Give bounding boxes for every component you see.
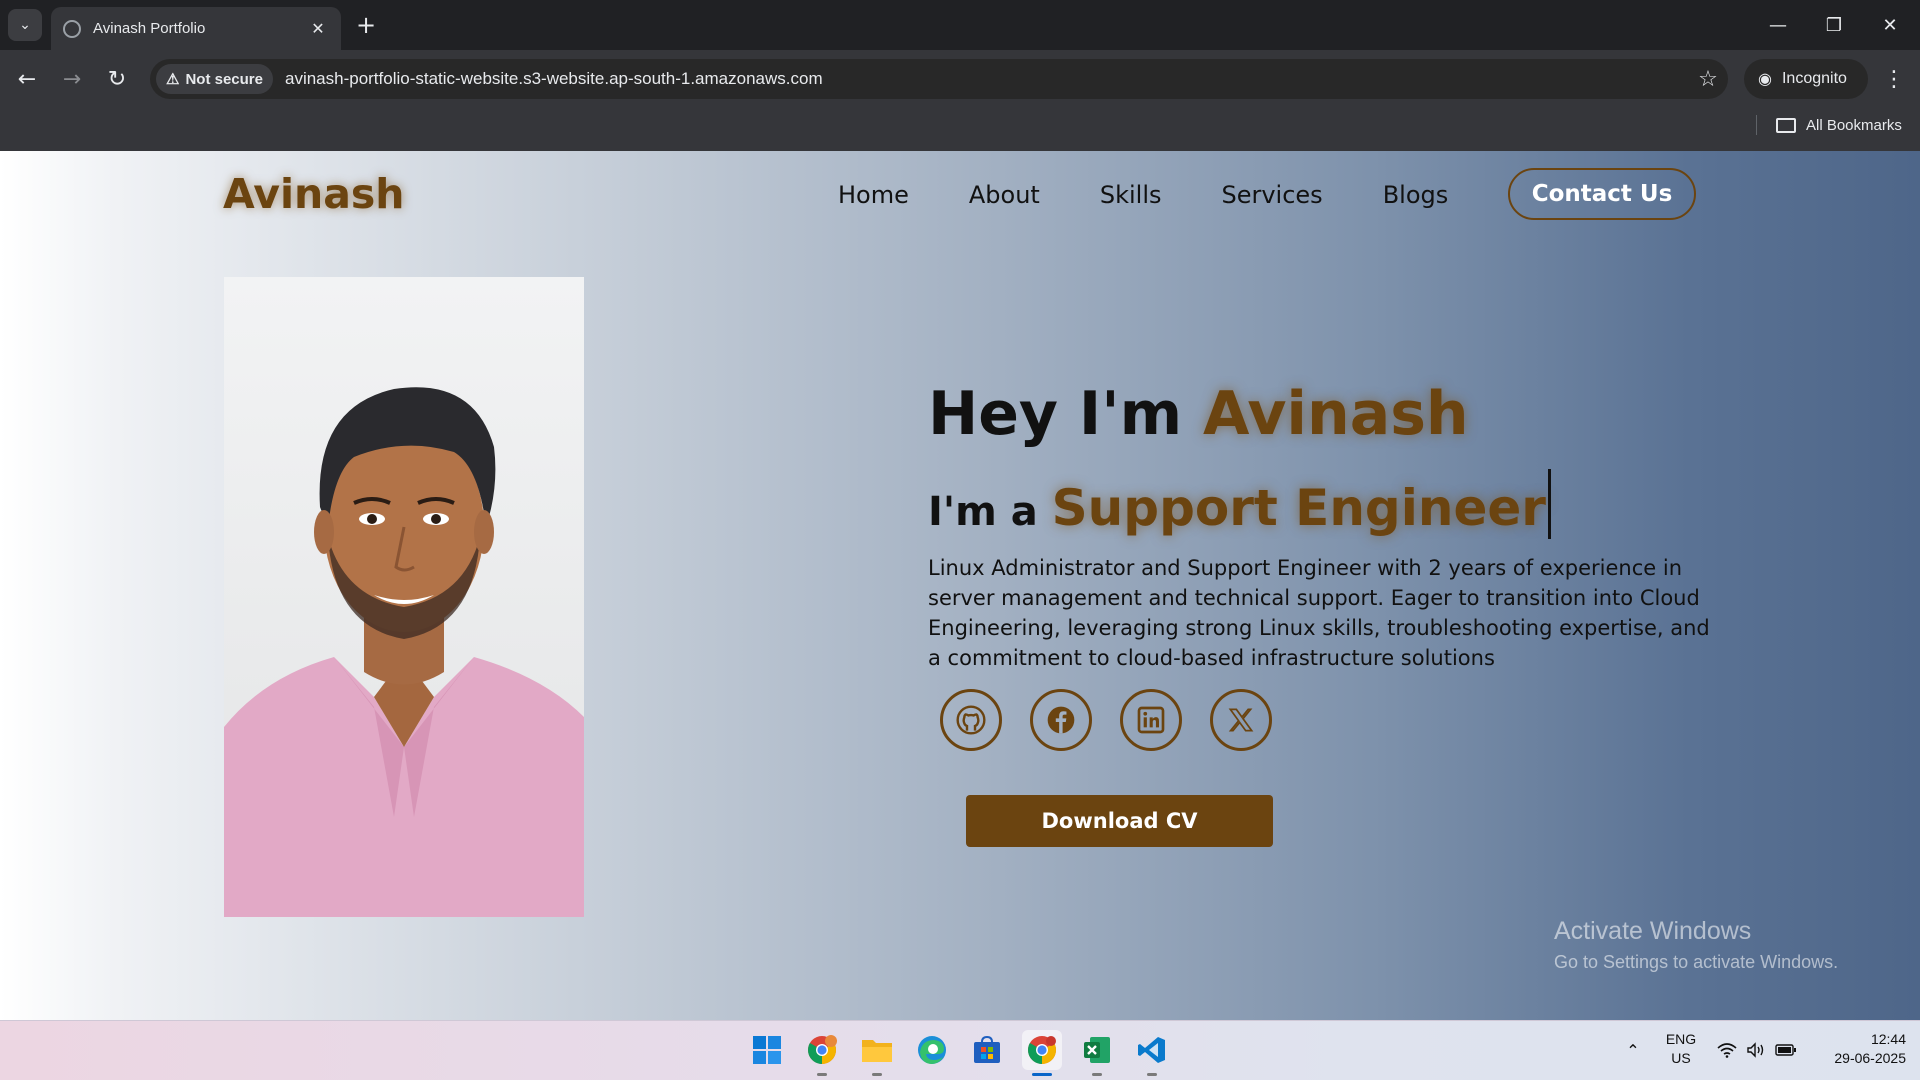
portrait-illustration	[224, 387, 584, 917]
close-window-button[interactable]: ✕	[1862, 0, 1918, 50]
nav-about[interactable]: About	[969, 181, 1040, 209]
wifi-icon[interactable]	[1716, 1040, 1738, 1060]
contact-us-button[interactable]: Contact Us	[1508, 168, 1696, 220]
minimize-button[interactable]: —	[1750, 0, 1806, 50]
profile-photo	[224, 277, 584, 917]
new-tab-button[interactable]: +	[352, 11, 380, 39]
chrome-profile-icon[interactable]	[802, 1030, 842, 1070]
tab-search-button[interactable]: ⌄	[8, 9, 42, 41]
address-bar[interactable]: ⚠ Not secure avinash-portfolio-static-we…	[150, 59, 1728, 99]
vscode-logo	[1138, 1037, 1165, 1063]
edge-icon[interactable]	[912, 1030, 952, 1070]
windows-start-icon[interactable]	[747, 1030, 787, 1070]
file-explorer-icon[interactable]	[857, 1030, 897, 1070]
role-heading: I'm a Support Engineer	[928, 469, 1551, 539]
activate-title: Activate Windows	[1554, 917, 1752, 945]
browser-menu-button[interactable]: ⋮	[1876, 61, 1912, 97]
bookmark-star-icon[interactable]: ☆	[1688, 67, 1728, 92]
greeting-heading: Hey I'm Avinash	[928, 379, 1469, 449]
language-line-2: US	[1671, 1050, 1691, 1066]
app-active-indicator	[1032, 1073, 1052, 1076]
nav-home[interactable]: Home	[838, 181, 909, 209]
reload-button[interactable]: ↻	[99, 61, 135, 97]
excel-logo	[1084, 1037, 1110, 1063]
clock-time: 12:44	[1870, 1031, 1906, 1047]
all-bookmarks-button[interactable]: All Bookmarks	[1756, 113, 1902, 137]
portfolio-page: Avinash Home About Skills Services Blogs…	[0, 151, 1920, 1020]
folder-logo	[862, 1040, 892, 1062]
restore-button[interactable]: ❐	[1806, 0, 1862, 50]
linkedin-glyph	[1137, 706, 1165, 734]
browser-chrome: ⌄ Avinash Portfolio ✕ + — ❐ ✕ ← → ↻ ⚠ No…	[0, 0, 1920, 151]
battery-icon[interactable]	[1775, 1040, 1797, 1060]
x-glyph	[1228, 708, 1254, 732]
role-value: Support Engineer	[1051, 479, 1546, 537]
language-line-1: ENG	[1665, 1031, 1697, 1047]
microsoft-store-icon[interactable]	[967, 1030, 1007, 1070]
edge-logo	[918, 1036, 946, 1064]
app-running-indicator	[1092, 1073, 1102, 1076]
close-icon[interactable]: ✕	[307, 18, 329, 40]
bio-text: Linux Administrator and Support Engineer…	[928, 556, 1710, 670]
language-indicator[interactable]: ENG US	[1664, 1030, 1698, 1068]
facebook-icon[interactable]	[1030, 689, 1092, 751]
url-text[interactable]: avinash-portfolio-static-website.s3-webs…	[285, 69, 1688, 89]
warning-icon: ⚠	[166, 71, 180, 88]
chrome-profile-logo	[808, 1035, 837, 1064]
wifi-glyph	[1717, 1043, 1737, 1058]
security-chip[interactable]: ⚠ Not secure	[156, 64, 273, 94]
all-bookmarks-label: All Bookmarks	[1806, 116, 1902, 134]
chevron-up-icon[interactable]: ⌃	[1622, 1040, 1644, 1060]
chrome-icon[interactable]	[1022, 1030, 1062, 1070]
activate-subtitle: Go to Settings to activate Windows.	[1554, 952, 1839, 972]
chevron-down-icon: ⌄	[19, 17, 31, 33]
globe-icon	[63, 19, 81, 38]
github-glyph	[956, 705, 986, 735]
activate-windows-watermark: Activate Windows Go to Settings to activ…	[1554, 917, 1838, 973]
site-logo[interactable]: Avinash	[223, 170, 405, 218]
app-running-indicator	[817, 1073, 827, 1076]
system-clock[interactable]: 12:44 29-06-2025	[1812, 1030, 1906, 1068]
greeting-prefix: Hey I'm	[928, 379, 1183, 449]
nav-blogs[interactable]: Blogs	[1383, 181, 1449, 209]
x-icon[interactable]	[1210, 689, 1272, 751]
battery-glyph	[1775, 1044, 1796, 1056]
typing-caret	[1547, 469, 1551, 539]
github-icon[interactable]	[940, 689, 1002, 751]
forward-button[interactable]: →	[54, 61, 90, 97]
volume-glyph	[1747, 1042, 1764, 1058]
chrome-logo	[1028, 1036, 1056, 1064]
windows-logo	[753, 1036, 781, 1064]
back-button[interactable]: ←	[9, 61, 45, 97]
social-links	[940, 689, 1300, 751]
greeting-name: Avinash	[1203, 379, 1469, 449]
tab-title: Avinash Portfolio	[93, 20, 206, 37]
app-running-indicator	[1147, 1073, 1157, 1076]
tab-avinash-portfolio[interactable]: Avinash Portfolio ✕	[51, 7, 341, 50]
vscode-icon[interactable]	[1132, 1030, 1172, 1070]
folder-icon	[1776, 117, 1796, 133]
volume-icon[interactable]	[1745, 1040, 1767, 1060]
clock-date: 29-06-2025	[1834, 1050, 1906, 1066]
store-logo	[974, 1035, 1000, 1063]
incognito-icon: ◉	[1758, 71, 1772, 88]
nav-skills[interactable]: Skills	[1100, 181, 1162, 209]
app-running-indicator	[872, 1073, 882, 1076]
incognito-label: Incognito	[1781, 70, 1847, 87]
security-label: Not secure	[185, 70, 263, 88]
nav-services[interactable]: Services	[1221, 181, 1322, 209]
facebook-glyph	[1047, 706, 1075, 734]
linkedin-icon[interactable]	[1120, 689, 1182, 751]
excel-icon[interactable]	[1077, 1030, 1117, 1070]
role-prefix: I'm a	[928, 489, 1038, 535]
main-nav: Home About Skills Services Blogs	[838, 181, 1508, 209]
download-cv-button[interactable]: Download CV	[966, 795, 1273, 847]
incognito-button[interactable]: ◉ Incognito	[1744, 59, 1868, 99]
